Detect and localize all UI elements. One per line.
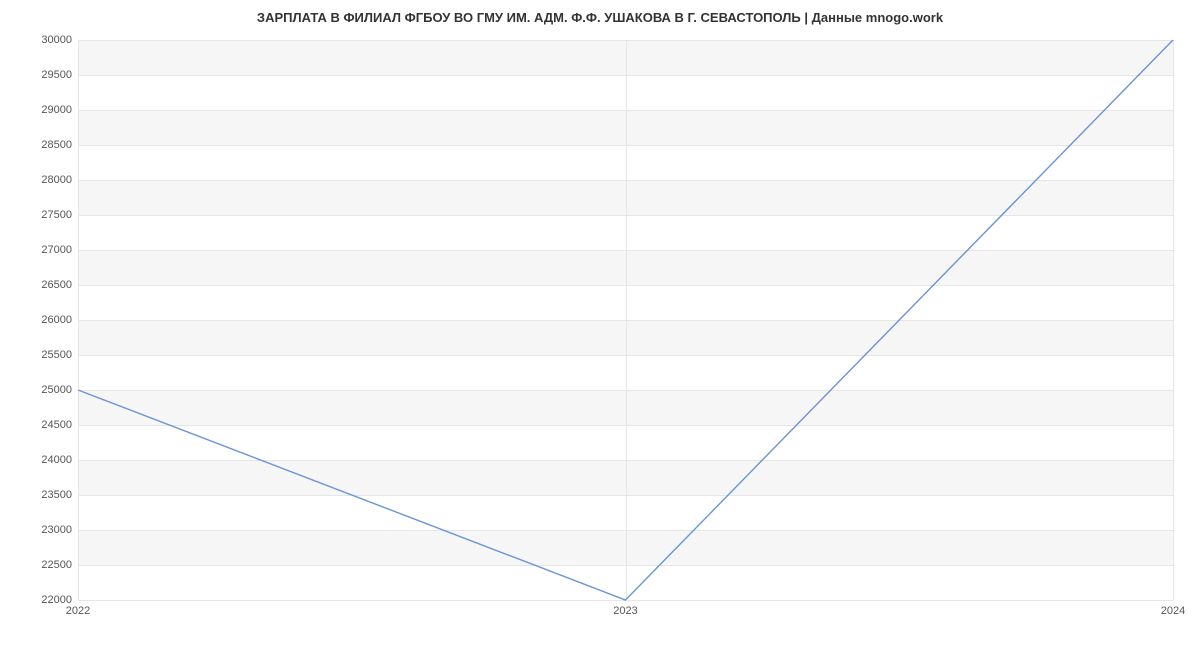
x-tick-label: 2022 (66, 605, 90, 617)
y-tick-label: 23000 (22, 524, 72, 536)
x-gridline (1173, 40, 1174, 600)
y-tick-label: 28000 (22, 174, 72, 186)
y-tick-label: 24000 (22, 454, 72, 466)
y-tick-label: 22000 (22, 594, 72, 606)
y-tick-label: 29000 (22, 104, 72, 116)
y-tick-label: 23500 (22, 489, 72, 501)
y-tick-label: 24500 (22, 419, 72, 431)
x-tick-label: 2023 (613, 605, 637, 617)
y-tick-label: 25000 (22, 384, 72, 396)
y-tick-label: 30000 (22, 34, 72, 46)
y-tick-label: 26500 (22, 279, 72, 291)
y-tick-label: 28500 (22, 139, 72, 151)
y-tick-label: 27000 (22, 244, 72, 256)
plot-area (78, 40, 1173, 601)
y-tick-label: 25500 (22, 349, 72, 361)
y-tick-label: 22500 (22, 559, 72, 571)
chart-title: ЗАРПЛАТА В ФИЛИАЛ ФГБОУ ВО ГМУ ИМ. АДМ. … (0, 0, 1200, 31)
y-tick-label: 27500 (22, 209, 72, 221)
y-tick-label: 26000 (22, 314, 72, 326)
line-series (78, 40, 1173, 600)
x-tick-label: 2024 (1161, 605, 1185, 617)
y-tick-label: 29500 (22, 69, 72, 81)
